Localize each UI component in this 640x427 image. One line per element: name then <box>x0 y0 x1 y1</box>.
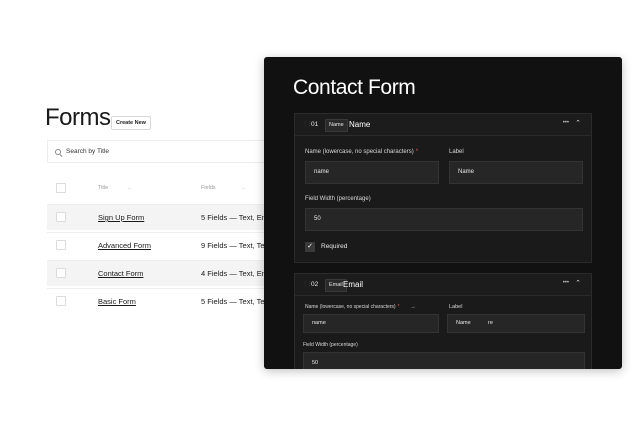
row-checkbox[interactable] <box>56 296 66 306</box>
width-input[interactable]: 50 <box>303 352 585 369</box>
name-input[interactable]: name <box>305 161 439 184</box>
table-row[interactable]: Advanced Form 9 Fields — Text, Text <box>47 232 277 258</box>
label-field-label: Label <box>449 149 464 155</box>
chevron-up-icon[interactable]: ⌃ <box>575 279 581 287</box>
table-row[interactable]: Contact Form 4 Fields — Text, Email <box>47 260 277 286</box>
field-card-email: ⋮⋮ 02 Email Email ••• ⌃ Name (lowercase,… <box>294 273 592 369</box>
check-icon: ✓ <box>307 243 313 250</box>
table-row[interactable]: Sign Up Form 5 Fields — Text, Email <box>47 204 277 230</box>
label-field-label: Label <box>449 304 463 310</box>
width-field-label: Field Width (percentage) <box>303 342 358 348</box>
select-all-checkbox[interactable] <box>56 183 66 193</box>
table-row[interactable]: Basic Form 5 Fields — Text, Text <box>47 288 277 314</box>
width-field-label: Field Width (percentage) <box>305 196 371 202</box>
field-card-header[interactable]: ⋮⋮ 02 Email Email ••• ⌃ <box>295 274 591 296</box>
forms-list-panel: Forms Create New Title ↔ Fields ↔ Sign U… <box>0 0 300 427</box>
drag-handle-icon[interactable]: ⋮⋮ <box>303 281 312 287</box>
create-new-button[interactable]: Create New <box>111 116 151 130</box>
label-input[interactable]: Name <box>449 161 583 184</box>
chevron-up-icon[interactable]: ⌃ <box>575 119 581 127</box>
column-header-fields[interactable]: Fields <box>201 185 216 191</box>
required-mark: * <box>397 304 400 310</box>
label-input[interactable]: Name re <box>447 314 585 333</box>
field-name: Name <box>349 120 371 129</box>
form-editor-panel: Contact Form ⋮⋮ 01 Name Name ••• ⌃ Name … <box>264 57 622 369</box>
field-card-name: ⋮⋮ 01 Name Name ••• ⌃ Name (lowercase, n… <box>294 113 592 263</box>
more-options-icon[interactable]: ••• <box>563 120 569 126</box>
page-title: Forms <box>45 104 111 131</box>
field-name: Email <box>343 280 364 289</box>
required-label: Required <box>321 243 348 250</box>
sort-icon[interactable]: ↔ <box>241 185 247 191</box>
row-title-link[interactable]: Contact Form <box>98 269 143 278</box>
name-field-label: Name (lowercase, no special characters) * <box>305 149 418 155</box>
name-field-label: Name (lowercase, no special characters) * <box>305 304 400 310</box>
sort-icon[interactable]: ↔ <box>127 185 133 191</box>
more-options-icon[interactable]: ••• <box>563 280 569 286</box>
name-field-label-text: Name (lowercase, no special characters) <box>305 304 396 310</box>
required-mark: * <box>415 149 419 155</box>
row-checkbox[interactable] <box>56 268 66 278</box>
column-header-title[interactable]: Title <box>98 185 108 191</box>
label-input-value: Name <box>456 320 471 326</box>
row-checkbox[interactable] <box>56 240 66 250</box>
name-field-label-text: Name (lowercase, no special characters) <box>305 149 414 155</box>
name-input[interactable]: name <box>303 314 439 333</box>
editor-title: Contact Form <box>293 76 416 99</box>
field-type-tag: Name <box>325 119 348 132</box>
arrow-icon: → <box>410 304 416 310</box>
list-header: Title ↔ Fields ↔ <box>47 176 277 200</box>
drag-handle-icon[interactable]: ⋮⋮ <box>303 121 312 127</box>
row-title-link[interactable]: Advanced Form <box>98 241 151 250</box>
row-title-link[interactable]: Sign Up Form <box>98 213 144 222</box>
typed-text: re <box>488 320 493 326</box>
search-input[interactable] <box>66 141 266 162</box>
field-index: 02 <box>311 281 319 288</box>
row-checkbox[interactable] <box>56 212 66 222</box>
row-fields: 9 Fields — Text, Text <box>201 241 271 250</box>
field-card-header[interactable]: ⋮⋮ 01 Name Name ••• ⌃ <box>295 114 591 136</box>
search-icon <box>55 149 61 155</box>
required-checkbox[interactable]: ✓ <box>305 242 315 252</box>
field-index: 01 <box>311 121 319 128</box>
width-input[interactable]: 50 <box>305 208 583 231</box>
row-title-link[interactable]: Basic Form <box>98 297 136 306</box>
search-box[interactable] <box>47 140 277 163</box>
row-fields: 5 Fields — Text, Text <box>201 297 271 306</box>
